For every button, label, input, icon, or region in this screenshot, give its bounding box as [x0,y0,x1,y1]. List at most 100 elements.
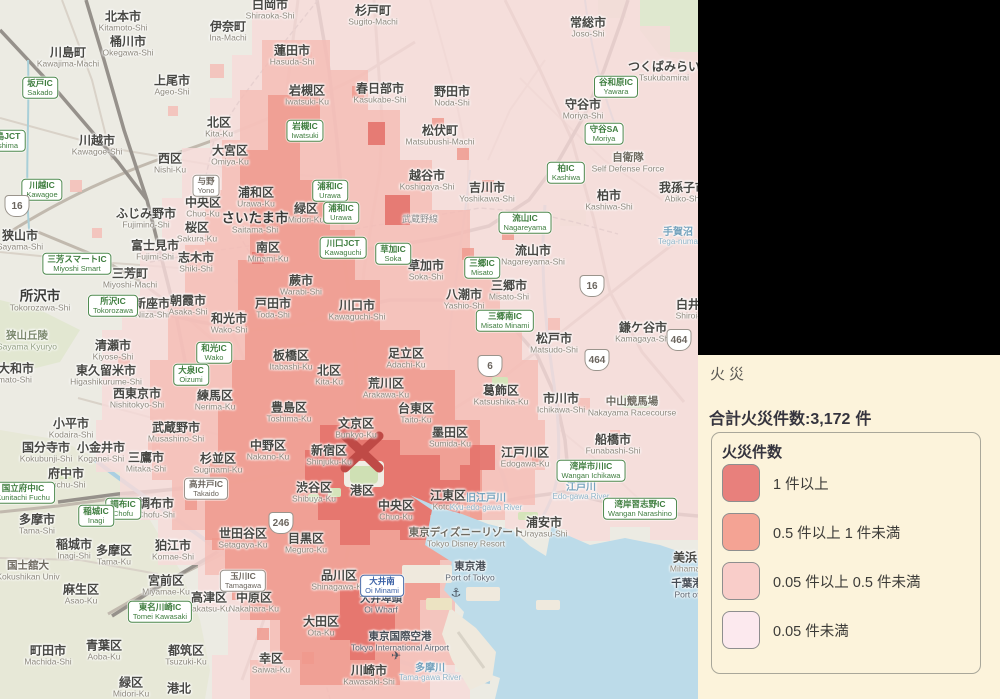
map-label: 中原区Nakahara-Ku [229,592,279,615]
map-label: 東京ディズニーリゾートTokyo Disney Resort [409,527,524,548]
map-label: 春日部市Kasukabe-Shi [354,83,407,106]
ic-badge: 東名川崎ICTomei Kawasaki [128,601,192,623]
map-label: 都筑区Tsuzuki-Ku [165,645,207,668]
map-label: 豊島区Toshima-Ku [267,402,312,425]
ic-badge: 守谷SAMoriya [585,123,624,145]
map-label: 三鷹市Mitaka-Shi [126,452,166,475]
map-label: 東京港Port of Tokyo [445,561,494,582]
map-label: 青葉区Aoba-Ku [86,640,122,663]
map-label: 練馬区Nerima-Ku [195,390,236,413]
ic-badge: 稲城ICInagi [78,505,114,527]
legend-item-label: 0.05 件以上 0.5 件未満 [773,571,920,592]
ic-badge: 高井戸ICTakaido [184,478,228,500]
map-label: 大田区Ota-Ku [303,616,339,639]
map-label: 江戸川区Edogawa-Ku [501,447,550,470]
map-label: 川越市Kawagoe-Shi [72,135,123,158]
map-label: 伊奈町Ina-Machi [209,21,246,44]
map-labels: 北本市Kitamoto-Shi川島町Kawajima-Machi桶川市Okega… [0,0,698,699]
map-label: 桶川市Okegawa-Shi [102,36,153,59]
map-label: 自衛隊Self Defense Force [592,152,665,173]
legend-swatch [722,464,760,502]
map-label: 多摩市Tama-Shi [19,514,55,537]
ic-badge: 浦和ICUrawa [312,180,348,202]
map-view[interactable]: 北本市Kitamoto-Shi川島町Kawajima-Machi桶川市Okega… [0,0,698,699]
map-label: 市川市Ichikawa-Shi [537,393,585,416]
map-label: 狛江市Komae-Shi [152,540,194,563]
legend-title: 火災件数 [722,441,782,462]
total-count: 合計火災件数:3,172件 [709,405,871,429]
ic-badge: 柏ICKashiwa [547,162,585,184]
map-label: 緑区Midori-Ku [288,203,324,226]
ic-badge: 大泉ICOizumi [173,364,209,386]
map-label: つくばみらいTsukubamirai [628,61,698,84]
route-shield: 16 [5,195,30,217]
map-label: 浦安市Urayasu-Shi [521,517,568,540]
map-label: 北区Kita-Ku [205,117,233,140]
map-label: 稲城市Inagi-Shi [56,539,92,562]
map-label: 町田市Machida-Shi [24,645,71,668]
ic-badge: 与野Yono [192,175,219,197]
map-label: 緑区Midori-Ku [113,677,149,699]
map-label: 西東京市Nishitokyo-Shi [110,388,164,411]
route-shield: 246 [269,512,294,534]
map-label: 船橋市Funabashi-Shi [586,434,641,457]
map-label: 渋谷区Shibuya-Ku [292,482,336,505]
map-label: 世田谷区Setagaya-Ku [218,528,267,551]
map-label: 中野区Nakano-Ku [247,440,290,463]
map-label: 我孫子市Abiko-Shi [659,182,698,205]
ic-badge: 草加ICSoka [375,243,411,265]
map-label: 野田市Noda-Shi [434,86,470,109]
ic-badge: 国立府中ICKunitachi Fuchu [0,482,55,504]
map-label: ⚓ [451,586,462,599]
map-label: 白岡市Shiraoka-Shi [246,0,295,21]
map-label: ✈ [391,649,401,662]
fire-info-panel: 火災 合計火災件数:3,172件 火災件数 1 件以上0.5 件以上 1 件未満… [698,355,1000,699]
map-label: 小平市Kodaira-Shi [49,418,93,441]
map-label: 三郷市Misato-Shi [489,280,529,303]
map-label: 上尾市Ageo-Shi [154,75,190,98]
map-label: 高津区Takatsu-Ku [188,592,231,615]
map-label: 狭山丘陵Sayama Kyuryo [0,330,57,351]
ic-badge: 岩槻ICIwatsuki [286,120,323,142]
map-label: 富士見市Fujimi-Shi [131,240,179,263]
map-label: 宮前区Miyamae-Ku [142,575,190,598]
map-label: 戸田市Toda-Shi [255,298,291,321]
map-label: 中央区Chuo-Ku [378,500,414,523]
map-label: 清瀬市Kiyose-Shi [93,340,134,363]
map-label: 旧江戸川Kyu-edo-gawa River [450,493,522,513]
map-label: 調布市Chofu-Shi [137,498,175,521]
map-label: 吉川市Yoshikawa-Shi [459,182,514,205]
map-label: ふじみ野市Fujimino-Shi [116,208,176,231]
map-label: 南区Minami-Ku [248,242,289,265]
legend-item: 0.5 件以上 1 件未満 [722,514,900,550]
map-label: 和光市Wako-Shi [211,313,248,336]
map-label: 江戸川Edo-gawa River [553,482,610,502]
map-label: 常総市Joso-Shi [570,17,606,40]
map-label: 品川区Shinagawa-Ku [311,570,366,593]
map-label: 東久留米市Higashikurume-Shi [70,365,142,388]
map-label: 港区 [350,484,374,497]
total-label: 合計火災件数: [709,411,810,428]
legend-item-label: 0.05 件未満 [773,620,849,641]
ic-badge: 島JCTshima [0,130,25,152]
legend-item: 1 件以上 [722,465,829,501]
ic-badge: 大井南Oi Minami [360,575,404,597]
map-label: 蓮田市Hasuda-Shi [270,45,314,68]
map-label: 鎌ケ谷市Kamagaya-Shi [615,322,671,345]
map-label: 中央区Chuo-Ku [185,197,221,220]
map-label: 荒川区Arakawa-Ku [363,378,409,401]
map-label: 大宮区Omiya-Ku [211,145,249,168]
ic-badge: 三郷南ICMisato Minami [476,310,534,332]
route-shield: 6 [478,355,503,377]
legend-swatch [722,513,760,551]
map-label: 狭山市Sayama-Shi [0,230,43,253]
map-label: 西区Nishi-Ku [154,153,186,176]
map-label: 多摩区Tama-Ku [96,545,132,568]
map-label: 柏市Kashiwa-Shi [585,190,632,213]
map-label: 八潮市Yashio-Shi [444,289,484,312]
ic-badge: 流山ICNagareyama [499,212,552,234]
map-label: 国分寺市Kokubunji-Shi [20,442,72,465]
legend-swatch [722,562,760,600]
map-label: 北区Kita-Ku [315,365,343,388]
legend-box: 火災件数 1 件以上 0.5 件以上 1 件未満 0.05 件以上 0.5 件未満 0… [711,432,981,674]
